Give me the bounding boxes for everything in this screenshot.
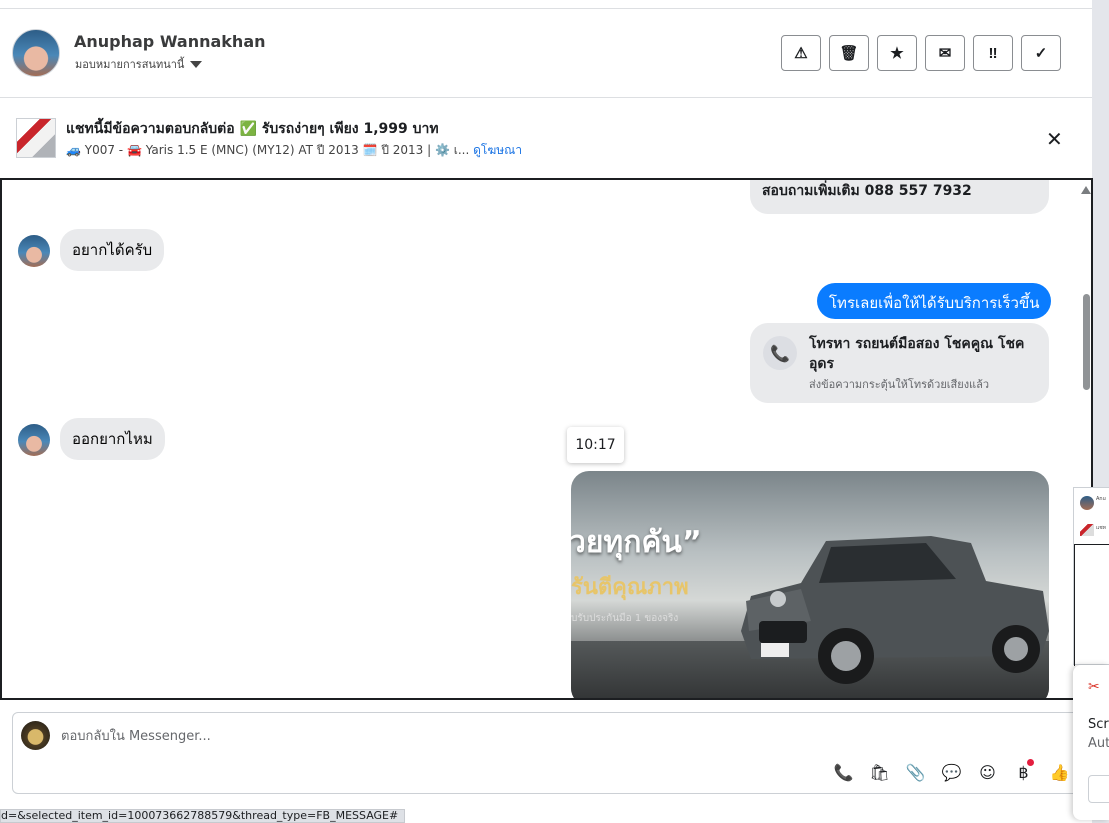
contact-avatar[interactable] [12,29,60,77]
ad-subtitle-text: 🚙 Y007 - 🚘 Yaris 1.5 E (MNC) (MY12) AT ป… [66,143,470,157]
mini-text: แชท [1096,525,1106,531]
mark-unread-button[interactable]: ✉ [925,35,965,71]
popup-subtitle: Aut [1088,736,1109,751]
view-ad-link[interactable]: ดูโฆษณา [473,143,522,157]
composer-toolbar: 📞 🛍 📎 💬 ☺ ฿ 👍 [830,759,1073,785]
ad-subtitle: 🚙 Y007 - 🚘 Yaris 1.5 E (MNC) (MY12) AT ป… [66,141,522,160]
image-subslogan: รันตีคุณภาพ [571,575,689,600]
scroll-thumb[interactable] [1083,294,1090,390]
saved-replies-icon[interactable]: 💬 [938,759,965,785]
assign-conversation-dropdown[interactable]: มอบหมายการสนทนานี้ [75,55,203,73]
ad-context-bar: แชทนี้มีข้อความตอบกลับต่อ ✅ รับรถง่ายๆ เ… [0,98,1092,178]
image-small-text: บรับประกันมือ 1 ของจริง [571,613,679,624]
mark-unread-icon: ✉ [938,45,952,62]
ad-thumbnail [16,118,56,158]
reply-composer: 📞 🛍 📎 💬 ☺ ฿ 👍 [12,712,1082,794]
mark-done-button[interactable]: ✓ [1021,35,1061,71]
delete-button[interactable]: 🗑 [829,35,869,71]
call-card-subtitle: ส่งข้อความกระตุ้นให้โทรด้วยเสียงแล้ว [809,378,990,391]
assign-label: มอบหมายการสนทนานี้ [75,58,185,71]
message-thread[interactable]: สอบถามเพิ่มเติม 088 557 7932 อยากได้ครับ… [0,178,1093,700]
trash-icon: 🗑 [839,45,859,62]
popup-title: Scre [1088,717,1109,732]
call-add-icon[interactable]: 📞 [830,759,857,785]
mini-avatar [1080,496,1094,510]
payment-button[interactable]: ฿ [1010,759,1037,785]
message-bubble-outgoing: สอบถามเพิ่มเติม 088 557 7932 [750,180,1049,214]
mini-ad-thumbnail [1080,524,1094,536]
reply-input[interactable] [61,724,861,748]
message-timestamp-tooltip: 10:17 [567,427,624,463]
call-card-title: โทรหา รถยนต์มือสอง โชคคูณ โชค อุดร [809,336,1025,372]
mini-text: Anu [1096,496,1106,502]
warning-icon: ⚠ [794,45,808,62]
chevron-down-icon [190,60,203,68]
image-slogan: วยทุกคัน” [571,525,702,560]
conversation-header: Anuphap Wannakhan มอบหมายการสนทนานี้ ⚠ 🗑… [0,9,1092,98]
attachment-icon[interactable]: 📎 [902,759,929,785]
call-request-card[interactable]: 📞 โทรหา รถยนต์มือสอง โชคคูณ โชค อุดร ส่ง… [750,323,1049,403]
status-bar-url: d=&selected_item_id=100073662788579&thre… [0,809,406,823]
conversation-actions: ⚠ 🗑 ★ ✉ ‼ ✓ [781,35,1061,71]
page-avatar [21,721,50,750]
emoji-icon[interactable]: ☺ [974,759,1001,785]
close-icon[interactable]: ✕ [1046,127,1063,151]
star-button[interactable]: ★ [877,35,917,71]
star-icon: ★ [890,45,904,62]
done-icon: ✓ [1034,45,1048,62]
screenshot-popup[interactable]: ✂ Scre Aut [1073,665,1109,820]
message-bubble-incoming: ออกยากไหม [60,418,165,460]
message-bubble-incoming: อยากได้ครับ [60,229,165,271]
priority-icon: ‼ [988,44,998,62]
follow-up-button[interactable]: ‼ [973,35,1013,71]
pickup-truck-illustration [741,536,1049,684]
sender-avatar[interactable] [18,235,50,267]
popup-button[interactable] [1088,775,1109,803]
scissors-icon: ✂ [1088,679,1100,695]
sender-avatar[interactable] [18,424,50,456]
shopping-bag-icon[interactable]: 🛍 [866,759,893,785]
contact-name[interactable]: Anuphap Wannakhan [74,32,266,51]
mini-chat-box [1074,544,1109,666]
spam-button[interactable]: ⚠ [781,35,821,71]
ad-image-attachment[interactable]: วยทุกคัน” รันตีคุณภาพ บรับประกันมือ 1 ขอ… [571,471,1049,698]
message-bubble-outgoing: โทรเลยเพื่อให้ได้รับบริการเร็วขึ้น [817,283,1052,319]
scroll-up-icon[interactable] [1081,186,1091,194]
notification-dot [1027,759,1034,766]
payment-icon: ฿ [1018,762,1029,782]
ad-title: แชทนี้มีข้อความตอบกลับต่อ ✅ รับรถง่ายๆ เ… [66,121,439,137]
messenger-inbox-page: Anuphap Wannakhan มอบหมายการสนทนานี้ ⚠ 🗑… [0,0,1109,823]
like-icon[interactable]: 👍 [1046,759,1073,785]
side-panel-preview[interactable]: Anu แชท [1073,487,1109,666]
phone-icon: 📞 [763,336,797,370]
